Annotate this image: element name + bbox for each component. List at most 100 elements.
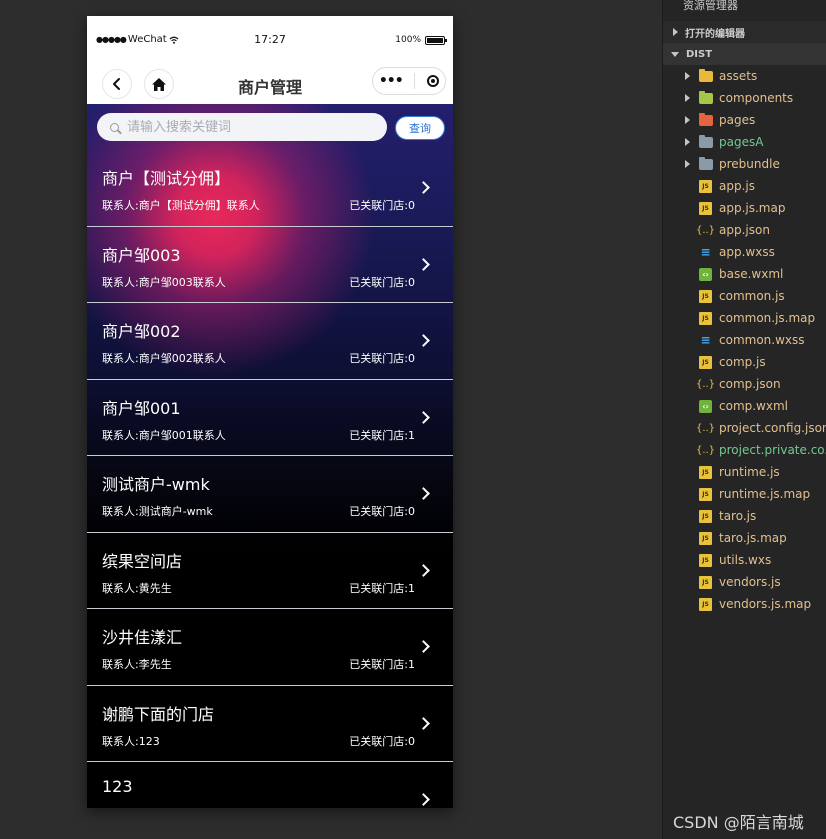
- file-item[interactable]: {..} project.private.co...: [663, 439, 826, 461]
- wxml-icon: ‹›: [699, 267, 712, 281]
- chevron-right-icon: [685, 116, 690, 124]
- file-item[interactable]: ≡ common.wxss: [663, 329, 826, 351]
- js-icon: JS: [699, 289, 712, 303]
- merchant-store-count: 已关联门店:0: [349, 352, 415, 365]
- chevron-down-icon: [671, 51, 679, 57]
- file-item[interactable]: JS utils.wxs: [663, 549, 826, 571]
- file-item[interactable]: JS common.js: [663, 285, 826, 307]
- file-name: comp.json: [719, 377, 781, 391]
- screen: ●●●●● WeChat 17:27 100% 商户管理 ••• 请输入搜索关键…: [0, 0, 826, 839]
- battery-icon: [425, 35, 447, 45]
- merchant-store-count: 已关联门店:0: [349, 275, 415, 289]
- file-item[interactable]: JS taro.js: [663, 505, 826, 527]
- merchant-item[interactable]: 谢鹏下面的门店 联系人:123 已关联门店:0: [87, 686, 453, 762]
- merchant-item[interactable]: 123: [87, 762, 453, 808]
- file-item[interactable]: {..} app.json: [663, 219, 826, 241]
- file-item[interactable]: {..} comp.json: [663, 373, 826, 395]
- js-icon: JS: [699, 465, 712, 479]
- js-icon: JS: [699, 553, 712, 567]
- map-icon: JS: [699, 201, 712, 215]
- merchant-name: 商户【测试分佣】: [102, 169, 231, 188]
- merchant-item[interactable]: 商户邹003 联系人:商户邹003联系人 已关联门店:0: [87, 227, 453, 303]
- file-item[interactable]: {..} project.config.json: [663, 417, 826, 439]
- file-item[interactable]: JS comp.js: [663, 351, 826, 373]
- folder-item[interactable]: prebundle: [663, 153, 826, 175]
- dist-folder-section[interactable]: DIST: [663, 43, 826, 65]
- merchant-store-count: 已关联门店:0: [349, 199, 415, 212]
- file-item[interactable]: ‹› comp.wxml: [663, 395, 826, 417]
- file-item[interactable]: JS vendors.js: [663, 571, 826, 593]
- wxml-icon: ‹›: [699, 399, 712, 413]
- search-icon: [110, 122, 119, 132]
- close-miniprogram-icon[interactable]: [427, 75, 440, 87]
- merchant-contact: 联系人:商户邹003联系人: [102, 275, 226, 289]
- file-item[interactable]: JS vendors.js.map: [663, 593, 826, 615]
- map-icon: JS: [699, 487, 712, 501]
- js-icon: JS: [699, 179, 712, 193]
- chevron-right-icon: [417, 334, 430, 347]
- folder-icon: [699, 156, 713, 170]
- file-item[interactable]: ≡ app.wxss: [663, 241, 826, 263]
- folder-item[interactable]: assets: [663, 65, 826, 87]
- merchant-name: 商户邹003: [102, 245, 181, 265]
- merchant-item[interactable]: 缤果空间店 联系人:黄先生 已关联门店:1: [87, 533, 453, 609]
- file-item[interactable]: JS taro.js.map: [663, 527, 826, 549]
- folder-item[interactable]: pages: [663, 109, 826, 131]
- file-item[interactable]: JS common.js.map: [663, 307, 826, 329]
- folder-item[interactable]: pagesA: [663, 131, 826, 153]
- chevron-right-icon: [417, 257, 430, 271]
- folder-item[interactable]: components: [663, 87, 826, 109]
- navigation-bar: 商户管理 •••: [87, 64, 453, 104]
- status-bar: ●●●●● WeChat 17:27 100%: [87, 16, 453, 64]
- merchant-store-count: 已关联门店:1: [349, 658, 415, 671]
- explorer-title: 资源管理器: [683, 0, 738, 12]
- chevron-right-icon: [673, 28, 678, 36]
- merchant-item[interactable]: 商户邹001 联系人:商户邹001联系人 已关联门店:1: [87, 380, 453, 456]
- map-icon: JS: [699, 597, 712, 611]
- capsule-divider: [414, 73, 416, 89]
- folder-name: assets: [719, 69, 758, 83]
- wxss-icon: ≡: [700, 245, 711, 259]
- merchant-store-count: 已关联门店:0: [349, 734, 415, 748]
- file-name: project.config.json: [719, 421, 826, 435]
- js-icon: JS: [699, 355, 712, 369]
- merchant-item[interactable]: 沙井佳漾汇 联系人:李先生 已关联门店:1: [87, 609, 453, 686]
- json-icon: {..}: [695, 422, 716, 434]
- file-item[interactable]: JS runtime.js.map: [663, 483, 826, 505]
- search-button[interactable]: 查询: [395, 116, 445, 140]
- file-name: vendors.js: [719, 575, 781, 589]
- more-icon[interactable]: •••: [379, 73, 404, 89]
- merchant-contact: 联系人:123: [102, 734, 160, 748]
- merchant-item[interactable]: 商户邹002 联系人:商户邹002联系人 已关联门店:0: [87, 303, 453, 380]
- chevron-right-icon: [685, 160, 690, 168]
- merchant-name: 沙井佳漾汇: [102, 628, 183, 647]
- file-name: vendors.js.map: [719, 597, 812, 611]
- merchant-item[interactable]: 测试商户-wmk 联系人:测试商户-wmk 已关联门店:0: [87, 456, 453, 533]
- chevron-right-icon: [417, 716, 430, 730]
- merchant-store-count: 已关联门店:1: [349, 428, 415, 442]
- merchant-list: 商户【测试分佣】 联系人:商户【测试分佣】联系人 已关联门店:0 商户邹003 联系人:…: [87, 150, 453, 808]
- merchant-item[interactable]: 商户【测试分佣】 联系人:商户【测试分佣】联系人 已关联门店:0: [87, 150, 453, 227]
- merchant-contact: 联系人:黄先生: [102, 581, 172, 595]
- battery-status: 100%: [395, 35, 447, 45]
- chevron-right-icon: [417, 487, 430, 500]
- search-box[interactable]: [97, 113, 387, 141]
- merchant-contact: 联系人:测试商户-wmk: [102, 505, 213, 518]
- merchant-contact: 联系人:商户邹002联系人: [102, 352, 226, 365]
- file-item[interactable]: JS runtime.js: [663, 461, 826, 483]
- folder-icon: [699, 134, 713, 148]
- open-editors-label: 打开的编辑器: [685, 28, 745, 40]
- dist-folder-label: DIST: [686, 48, 713, 60]
- file-item[interactable]: JS app.js.map: [663, 197, 826, 219]
- folder-icon: [699, 90, 713, 104]
- folder-name: prebundle: [719, 157, 780, 171]
- search-input[interactable]: [125, 118, 379, 136]
- open-editors-section[interactable]: 打开的编辑器: [663, 21, 826, 43]
- json-icon: {..}: [695, 224, 716, 236]
- map-icon: JS: [699, 311, 712, 325]
- file-item[interactable]: ‹› base.wxml: [663, 263, 826, 285]
- capsule-menu[interactable]: •••: [372, 67, 446, 95]
- file-item[interactable]: JS app.js: [663, 175, 826, 197]
- file-name: runtime.js: [719, 465, 780, 479]
- merchant-name: 缤果空间店: [102, 551, 183, 571]
